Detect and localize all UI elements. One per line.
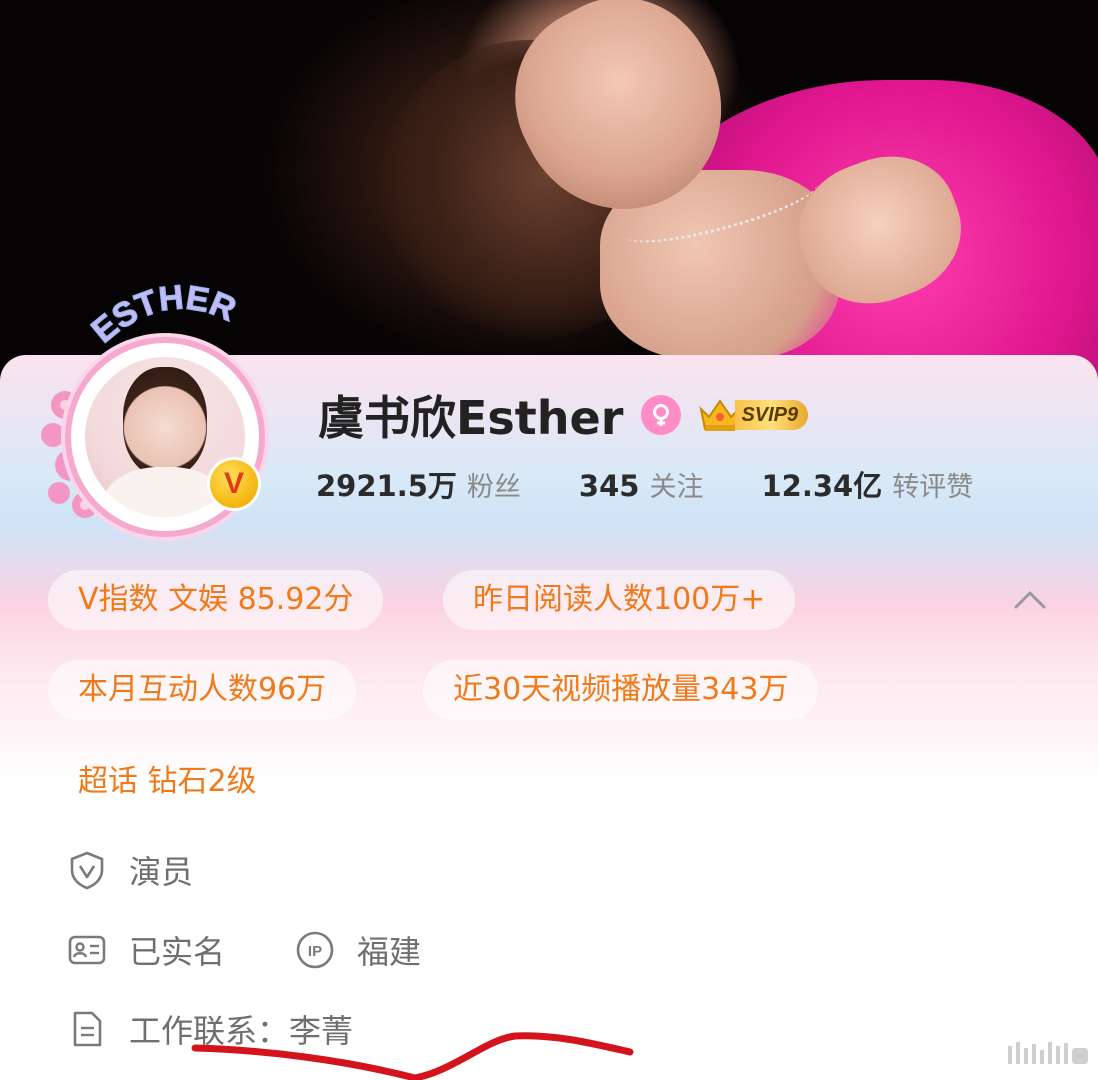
v-index-chip[interactable]: V指数 文娱 85.92分 — [48, 570, 384, 630]
id-card-icon — [67, 930, 107, 970]
yesterday-reads-chip[interactable]: 昨日阅读人数100万+ — [443, 570, 796, 630]
profile-name: 虞书欣Esther — [318, 391, 624, 445]
followers-stat[interactable]: 2921.5万 粉丝 — [316, 463, 521, 505]
ip-circle-icon: IP — [295, 930, 335, 970]
monthly-interactions-chip[interactable]: 本月互动人数96万 — [48, 660, 357, 720]
verification-row: 已实名 IP 福建 — [67, 925, 421, 975]
chevron-up-icon[interactable] — [1010, 583, 1050, 617]
real-name-text: 已实名 — [129, 933, 226, 971]
following-stat[interactable]: 345 关注 — [579, 465, 704, 504]
likes-stat[interactable]: 12.34亿 转评赞 — [761, 463, 973, 505]
likes-count: 12.34亿 — [761, 469, 883, 503]
annotation-underline — [191, 1032, 634, 1080]
shield-v-icon — [67, 850, 107, 890]
super-topic-chip[interactable]: 超话 钻石2级 — [78, 752, 257, 812]
svip-level: SVIP9 — [735, 400, 809, 430]
occupation-row: 演员 — [67, 845, 193, 895]
video-views-chip[interactable]: 近30天视频播放量343万 — [423, 660, 819, 720]
followers-label: 粉丝 — [466, 472, 521, 503]
name-row: 虞书欣Esther SVIP9 — [318, 385, 837, 445]
occupation-text: 演员 — [129, 853, 194, 891]
svg-text:IP: IP — [308, 943, 322, 960]
following-label: 关注 — [649, 471, 704, 503]
avatar-head — [123, 367, 207, 477]
stats-row: 2921.5万 粉丝 345 关注 12.34亿 转评赞 — [316, 462, 1031, 506]
ip-location-text: 福建 — [357, 933, 422, 971]
following-count: 345 — [578, 468, 640, 503]
female-icon — [641, 395, 682, 435]
avatar[interactable]: ESTHER V — [35, 275, 285, 537]
svip-badge[interactable]: SVIP9 — [697, 395, 837, 435]
verified-badge: V — [207, 457, 261, 511]
likes-label: 转评赞 — [892, 472, 974, 503]
document-icon — [67, 1009, 107, 1049]
followers-count: 2921.5万 — [316, 469, 457, 503]
watermark-logo — [1008, 1042, 1088, 1064]
